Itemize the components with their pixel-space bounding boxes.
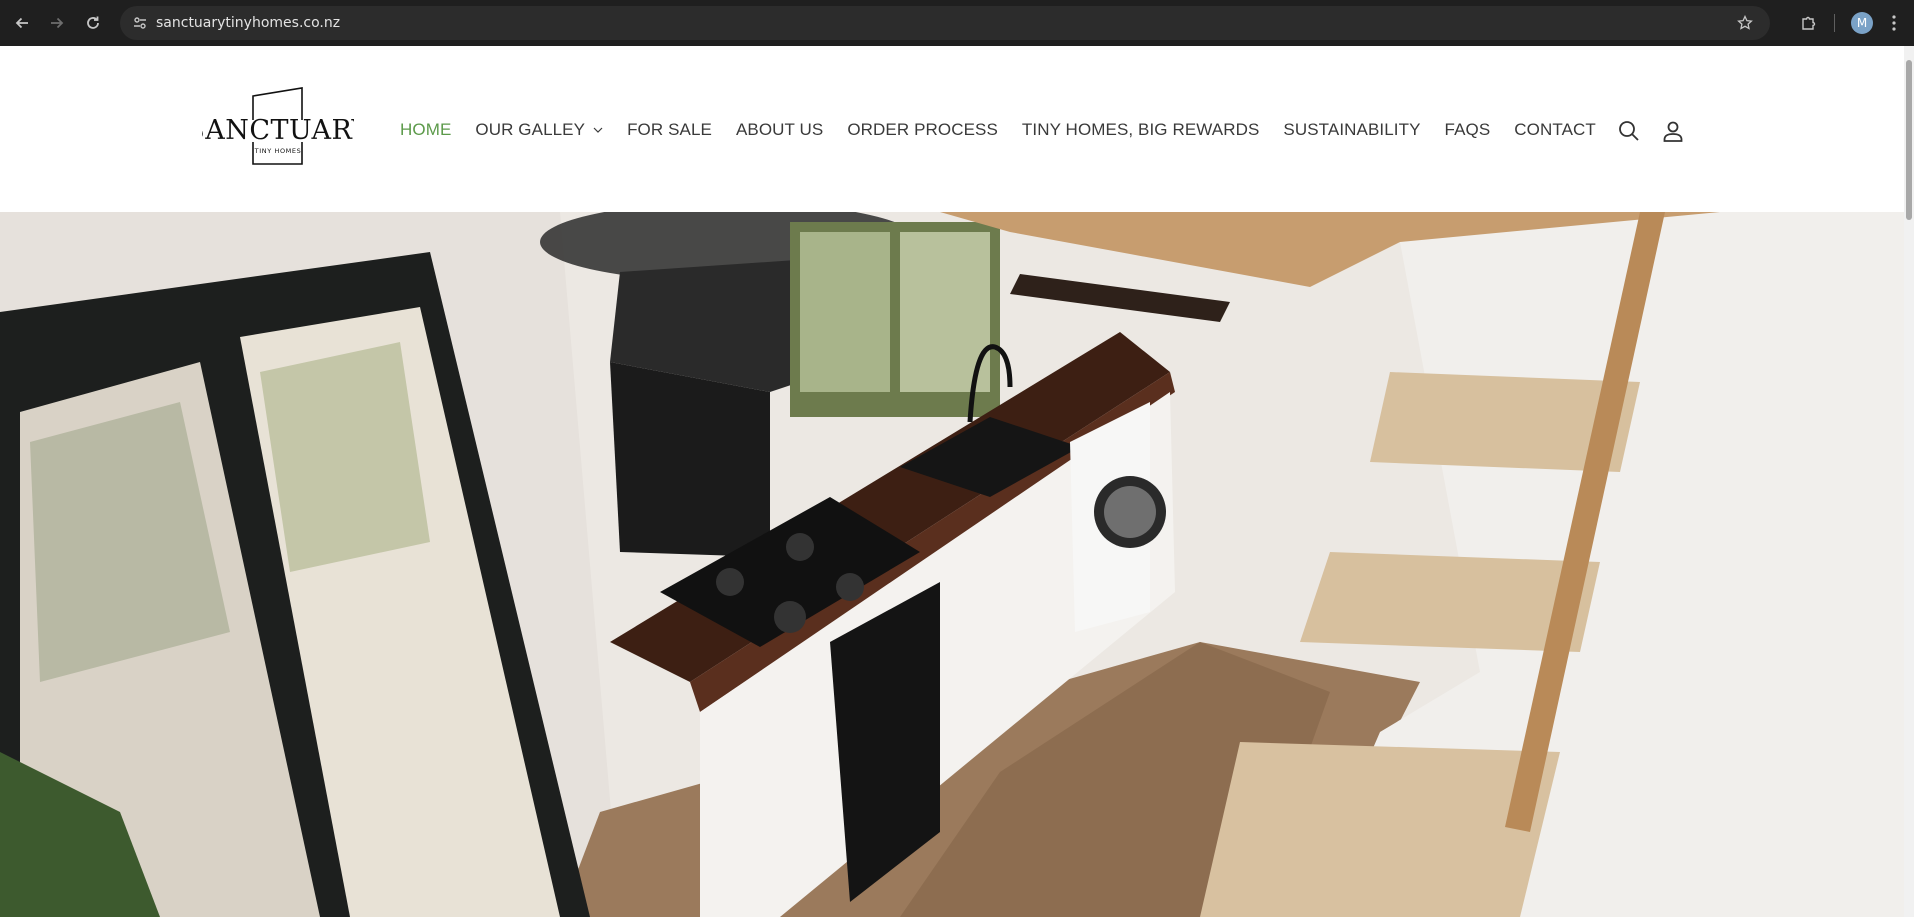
profile-avatar[interactable]: M — [1851, 12, 1873, 34]
site-header: SANCTUARY TINY HOMES HOME OUR GALLEY FOR… — [0, 46, 1904, 212]
sanctuary-logo-mark: SANCTUARY TINY HOMES — [186, 87, 370, 165]
url-text[interactable]: sanctuarytinyhomes.co.nz — [156, 15, 340, 31]
nav-label: FAQS — [1444, 120, 1491, 139]
logo-wordmark: SANCTUARY — [202, 115, 354, 146]
nav-label: CONTACT — [1514, 120, 1596, 139]
account-button[interactable] — [1660, 118, 1686, 144]
hero-banner — [0, 212, 1904, 917]
nav-label: ORDER PROCESS — [847, 120, 998, 139]
chevron-down-icon — [593, 127, 603, 133]
nav-item-for-sale[interactable]: FOR SALE — [627, 118, 712, 142]
toolbar-divider — [1834, 14, 1835, 32]
bookmark-button[interactable] — [1734, 12, 1756, 34]
nav-item-order-process[interactable]: ORDER PROCESS — [847, 118, 998, 142]
nav-item-sustainability[interactable]: SUSTAINABILITY — [1283, 118, 1420, 142]
forward-button[interactable] — [45, 11, 69, 35]
search-button[interactable] — [1616, 118, 1642, 144]
back-button[interactable] — [10, 11, 34, 35]
nav-item-faqs[interactable]: FAQS — [1445, 118, 1491, 142]
site-logo[interactable]: SANCTUARY TINY HOMES — [186, 86, 370, 166]
arrow-left-icon — [15, 17, 28, 29]
reload-icon — [87, 16, 99, 29]
star-icon — [1737, 15, 1753, 30]
nav-label: ABOUT US — [735, 120, 824, 139]
arrow-right-icon — [51, 17, 64, 29]
account-icon — [1663, 121, 1683, 142]
reload-button[interactable] — [81, 11, 105, 35]
extensions-button[interactable] — [1797, 11, 1821, 35]
browser-menu-button[interactable] — [1884, 11, 1904, 35]
nav-item-contact[interactable]: CONTACT — [1514, 118, 1596, 142]
hero-kitchen-image — [0, 212, 1904, 917]
nav-label: OUR GALLEY — [475, 120, 586, 139]
site-info-button[interactable] — [128, 11, 152, 35]
kebab-menu-icon — [1892, 15, 1896, 31]
scrollbar-thumb[interactable] — [1906, 60, 1912, 220]
nav-item-home[interactable]: HOME — [400, 118, 451, 142]
main-nav: HOME OUR GALLEY FOR SALE ABOUT US ORDER … — [400, 118, 1620, 142]
page-scrollbar[interactable] — [1904, 46, 1914, 917]
nav-item-tiny-homes-big-rewards[interactable]: TINY HOMES, BIG REWARDS — [1022, 118, 1260, 142]
tune-icon — [134, 17, 146, 29]
address-bar[interactable]: sanctuarytinyhomes.co.nz — [120, 6, 1770, 40]
nav-label: FOR SALE — [627, 120, 712, 139]
puzzle-icon — [1802, 16, 1816, 30]
nav-label: TINY HOMES, BIG REWARDS — [1021, 120, 1260, 139]
logo-subtext: TINY HOMES — [254, 147, 302, 155]
nav-item-about-us[interactable]: ABOUT US — [736, 118, 823, 142]
nav-label: HOME — [400, 120, 452, 139]
browser-toolbar: sanctuarytinyhomes.co.nz M — [0, 0, 1914, 46]
nav-item-our-galley[interactable]: OUR GALLEY — [475, 118, 603, 142]
nav-label: SUSTAINABILITY — [1283, 120, 1421, 139]
search-icon — [1619, 121, 1639, 141]
